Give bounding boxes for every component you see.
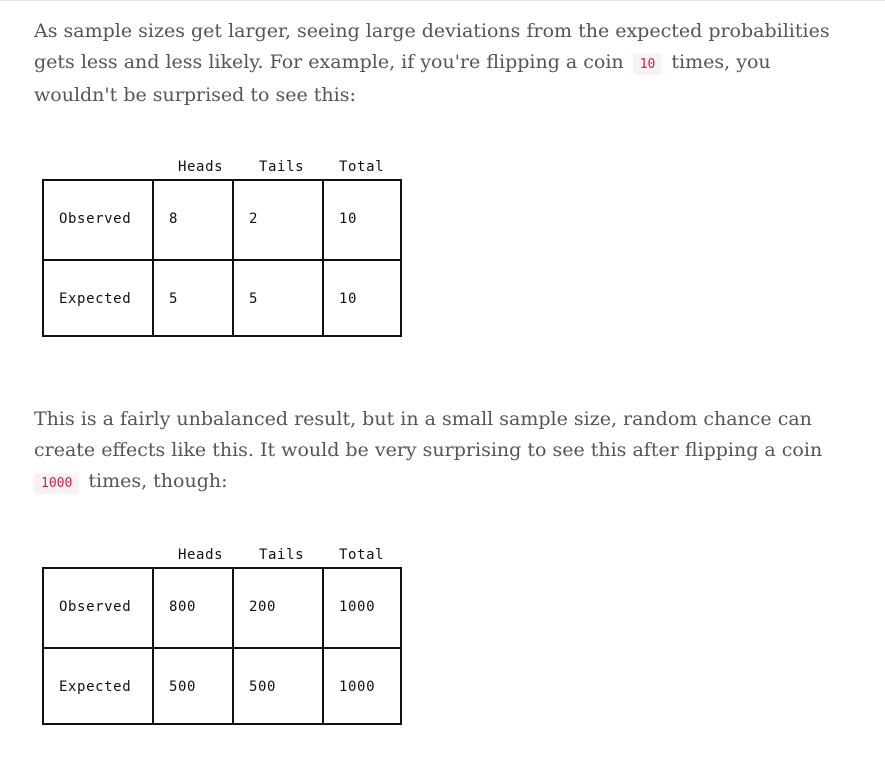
table-grid: Observed 8 2 10 Expected 5 5 10 — [42, 179, 402, 337]
expected-tails-cell: 500 — [249, 679, 277, 695]
header-heads: Heads — [178, 159, 224, 175]
row-divider — [44, 259, 400, 261]
column-divider — [152, 569, 154, 723]
expected-total-cell: 1000 — [339, 679, 376, 695]
column-divider — [322, 569, 324, 723]
header-tails: Tails — [259, 547, 305, 563]
column-divider — [152, 181, 154, 335]
observed-heads-cell: 8 — [169, 211, 179, 227]
observed-total-cell: 10 — [339, 211, 358, 227]
observed-tails-cell: 200 — [249, 599, 277, 615]
header-total: Total — [339, 547, 385, 563]
followup-line-3-tail: times, though: — [88, 470, 228, 492]
intro-line-1: As sample sizes get larger, seeing large… — [34, 20, 830, 42]
followup-line-1: This is a fairly unbalanced result, but … — [34, 408, 812, 430]
followup-line-2: create effects like this. It would be ve… — [34, 439, 823, 461]
row-label-expected: Expected — [59, 679, 132, 695]
column-divider — [232, 569, 234, 723]
expected-tails-cell: 5 — [249, 291, 259, 307]
observed-tails-cell: 2 — [249, 211, 259, 227]
expected-heads-cell: 5 — [169, 291, 179, 307]
header-total: Total — [339, 159, 385, 175]
followup-paragraph: This is a fairly unbalanced result, but … — [34, 404, 824, 499]
header-tails: Tails — [259, 159, 305, 175]
observed-total-cell: 1000 — [339, 599, 376, 615]
top-divider — [0, 0, 885, 1]
row-label-observed: Observed — [59, 211, 132, 227]
row-label-expected: Expected — [59, 291, 132, 307]
row-divider — [44, 647, 400, 649]
observed-heads-cell: 800 — [169, 599, 197, 615]
row-label-observed: Observed — [59, 599, 132, 615]
column-divider — [232, 181, 234, 335]
intro-line-2-text: gets less and less likely. For example, … — [34, 51, 624, 73]
intro-line-2-tail: times, you — [671, 51, 771, 73]
followup-line-3: 1000 times, though: — [34, 466, 824, 499]
table-grid: Observed 800 200 1000 Expected 500 500 1… — [42, 567, 402, 725]
expected-heads-cell: 500 — [169, 679, 197, 695]
inline-code-10: 10 — [632, 54, 663, 75]
column-divider — [322, 181, 324, 335]
expected-total-cell: 10 — [339, 291, 358, 307]
intro-line-2: gets less and less likely. For example, … — [34, 47, 824, 80]
header-heads: Heads — [178, 547, 224, 563]
inline-code-1000: 1000 — [34, 473, 80, 494]
intro-line-3: wouldn't be surprised to see this: — [34, 84, 356, 106]
intro-paragraph: As sample sizes get larger, seeing large… — [34, 16, 830, 111]
